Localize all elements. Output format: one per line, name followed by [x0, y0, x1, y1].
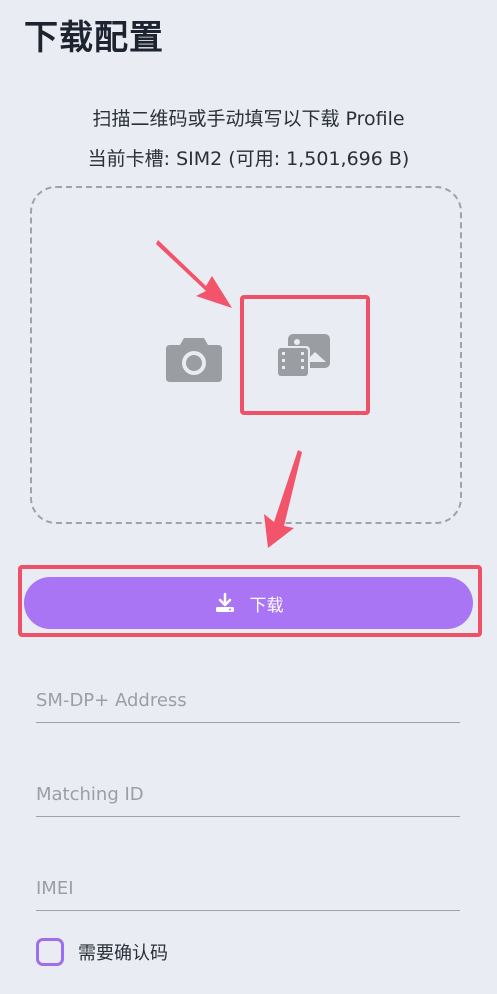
scan-instruction: 扫描二维码或手动填写以下载 Profile: [92, 108, 405, 130]
download-icon: [215, 592, 234, 612]
smdp-address-input[interactable]: [36, 682, 460, 718]
matching-id-input[interactable]: [36, 776, 460, 812]
camera-button[interactable]: [162, 330, 226, 386]
download-button[interactable]: 下载: [24, 577, 473, 629]
smdp-address-field[interactable]: [36, 682, 460, 723]
matching-id-field[interactable]: [36, 776, 460, 817]
slot-info: 当前卡槽: SIM2 (可用: 1,501,696 B): [87, 148, 410, 170]
gallery-highlight-box: [240, 295, 370, 415]
imei-input[interactable]: [36, 870, 460, 906]
confirm-code-label: 需要确认码: [78, 943, 168, 964]
confirm-code-row[interactable]: 需要确认码: [36, 938, 168, 966]
download-button-label: 下载: [249, 595, 284, 616]
imei-field[interactable]: [36, 870, 460, 911]
camera-icon: [166, 338, 222, 382]
page-title: 下载配置: [24, 18, 164, 58]
confirm-code-checkbox[interactable]: [36, 938, 64, 966]
